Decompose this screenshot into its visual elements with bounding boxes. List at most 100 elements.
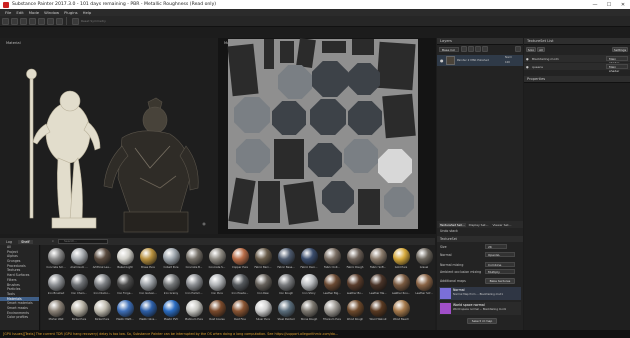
material-thumbnail[interactable]: Rust Fine xyxy=(228,300,252,321)
material-thumbnail[interactable]: Iron Grainy xyxy=(159,274,183,295)
material-thumbnail[interactable]: Iron Galvan... xyxy=(136,274,160,295)
material-thumbnail[interactable]: Gold Pure xyxy=(389,248,413,269)
tab-display-settings[interactable]: Display Set... xyxy=(468,223,490,227)
add-mask-icon[interactable] xyxy=(475,46,481,52)
material-thumbnail[interactable]: Artificial Lea... xyxy=(90,248,114,269)
material-thumbnail[interactable]: Iron Raw xyxy=(251,274,275,295)
tab-log[interactable]: Log xyxy=(3,240,15,244)
minimize-button[interactable]: — xyxy=(588,0,602,9)
material-thumbnail[interactable]: Leather Big... xyxy=(320,274,344,295)
material-thumbnail[interactable]: Silver Pure xyxy=(251,300,275,321)
size-dropdown[interactable]: 2K xyxy=(485,244,507,249)
material-thumbnail[interactable]: Concrete B... xyxy=(182,248,206,269)
menu-plugins[interactable]: Plugins xyxy=(64,10,78,15)
material-thumbnail[interactable]: Rust Coarse xyxy=(205,300,229,321)
texture-set-item[interactable]: ● Blacktailing mod1 Main shader xyxy=(524,55,630,65)
reset-symmetry-button[interactable]: Reset Symmetry xyxy=(81,19,106,23)
material-thumbnail[interactable]: Baked Light xyxy=(113,248,137,269)
material-thumbnail[interactable]: Stone Rough xyxy=(297,300,321,321)
clone-tool-icon[interactable] xyxy=(47,17,54,25)
material-thumbnail[interactable]: Iron Brushed xyxy=(44,274,68,295)
material-thumbnail[interactable]: Platinum Pure xyxy=(182,300,206,321)
layer-blend-dropdown[interactable]: Base Col xyxy=(439,47,459,52)
material-thumbnail[interactable]: Concrete Sm... xyxy=(44,248,68,269)
shelf-category-color-profiles[interactable]: Color profiles xyxy=(0,315,39,320)
material-thumbnail[interactable]: Cobalt Pure xyxy=(159,248,183,269)
material-thumbnail[interactable]: Brass Pure xyxy=(136,248,160,269)
material-thumbnail[interactable]: Leather Ma... xyxy=(366,274,390,295)
material-thumbnail[interactable]: Leather Rou... xyxy=(389,274,413,295)
add-layer-icon[interactable] xyxy=(461,46,467,52)
material-thumbnail[interactable]: Iron Rough xyxy=(274,274,298,295)
material-thumbnail[interactable]: Iron Hamm... xyxy=(182,274,206,295)
add-folder-icon[interactable] xyxy=(482,46,488,52)
material-thumbnail[interactable]: Plastic Glos... xyxy=(136,300,160,321)
delete-layer-icon[interactable] xyxy=(515,46,521,52)
symmetry-icon[interactable] xyxy=(72,17,79,25)
material-thumbnail[interactable]: Wood Rough xyxy=(343,300,367,321)
tab-shelf[interactable]: Shelf xyxy=(18,239,33,244)
paint-tool-icon[interactable] xyxy=(2,17,9,25)
material-thumbnail[interactable]: Leather Sof... xyxy=(412,274,436,295)
material-thumbnail[interactable]: Plastic Matt... xyxy=(113,300,137,321)
material-thumbnail[interactable]: Iron Forge... xyxy=(113,274,137,295)
tab-texture-set-settings[interactable]: TextureSet Set... xyxy=(439,222,466,227)
eraser-tool-icon[interactable] xyxy=(11,17,18,25)
material-thumbnail[interactable]: Plastic PVC xyxy=(159,300,183,321)
menu-mode[interactable]: Mode xyxy=(29,10,39,15)
menu-file[interactable]: File xyxy=(5,10,11,15)
projection-tool-icon[interactable] xyxy=(20,17,27,25)
menu-help[interactable]: Help xyxy=(83,10,92,15)
viewport-3d[interactable]: Material xyxy=(0,38,218,234)
material-thumbnail[interactable]: Gravel xyxy=(412,248,436,269)
tab-viewer-settings[interactable]: Viewer Set... xyxy=(491,223,512,227)
smudge-tool-icon[interactable] xyxy=(38,17,45,25)
bake-textures-button[interactable]: Bake textures xyxy=(485,278,515,284)
shader-dropdown[interactable]: Main shader xyxy=(606,64,628,73)
material-thumbnail[interactable]: Nickel Pure xyxy=(90,300,114,321)
menu-edit[interactable]: Edit xyxy=(16,10,23,15)
material-thumbnail[interactable]: Steel Painted xyxy=(274,300,298,321)
material-thumbnail[interactable]: Concrete S... xyxy=(205,248,229,269)
maximize-button[interactable]: ☐ xyxy=(602,0,616,9)
material-thumbnail[interactable]: Fabric Barn... xyxy=(251,248,275,269)
material-thumbnail[interactable]: Copper Pure xyxy=(228,248,252,269)
texture-set-item[interactable]: ● queens Main shader xyxy=(524,63,630,73)
material-thumbnail[interactable]: Fabric Rough xyxy=(343,248,367,269)
material-thumbnail[interactable]: Iron Shiny xyxy=(297,274,321,295)
material-thumbnail[interactable]: Fabric Deni... xyxy=(297,248,321,269)
material-thumbnail[interactable]: Nickel Pure xyxy=(67,300,91,321)
solo-button[interactable]: Solo xyxy=(526,47,536,52)
picker-tool-icon[interactable] xyxy=(56,17,63,25)
settings-button[interactable]: Settings xyxy=(612,47,628,52)
visibility-eye-icon[interactable]: ● xyxy=(526,57,529,61)
visibility-eye-icon[interactable]: ● xyxy=(440,58,444,63)
material-thumbnail[interactable]: Aluminium ... xyxy=(67,248,91,269)
undo-stack-label[interactable]: Undo stack xyxy=(440,229,458,233)
additional-map-item[interactable]: Normal Normal Map from ... Blacktailing … xyxy=(439,287,521,300)
ao-mixing-dropdown[interactable]: Multiply xyxy=(485,269,515,274)
material-thumbnail[interactable]: Iron Chain... xyxy=(67,274,91,295)
material-thumbnail[interactable]: Leather Bo... xyxy=(343,274,367,295)
material-thumbnail[interactable]: Fabric Soft... xyxy=(366,248,390,269)
material-thumbnail[interactable]: Wood Beech xyxy=(389,300,413,321)
shader-dropdown[interactable]: Main shader xyxy=(606,56,628,65)
material-thumbnail[interactable]: Iron Diamo... xyxy=(90,274,114,295)
menu-window[interactable]: Window xyxy=(44,10,59,15)
all-button[interactable]: All xyxy=(537,47,545,52)
viewport-2d[interactable]: Material xyxy=(218,38,436,234)
geometry-decal-icon[interactable] xyxy=(29,17,36,25)
material-thumbnail[interactable]: Fabric Knit... xyxy=(320,248,344,269)
material-thumbnail[interactable]: Titanium Pure xyxy=(320,300,344,321)
select-id-map-button[interactable]: Select id map xyxy=(467,318,497,324)
normal-format-dropdown[interactable]: OpenGL xyxy=(485,252,515,257)
material-thumbnail[interactable]: Iron Pure xyxy=(205,274,229,295)
normal-mixing-dropdown[interactable]: Combine xyxy=(485,262,515,267)
add-fill-layer-icon[interactable] xyxy=(468,46,474,52)
additional-map-item[interactable]: World space normal World space normal ..… xyxy=(439,302,521,315)
close-button[interactable]: ✕ xyxy=(616,0,630,9)
visibility-eye-icon[interactable]: ● xyxy=(526,65,529,69)
material-thumbnail[interactable]: Wood Walnut xyxy=(366,300,390,321)
layer-row[interactable]: ● Painter 2 MSK Polished Norm 100 xyxy=(437,55,523,66)
shelf-search-input[interactable]: Search... xyxy=(58,239,108,244)
